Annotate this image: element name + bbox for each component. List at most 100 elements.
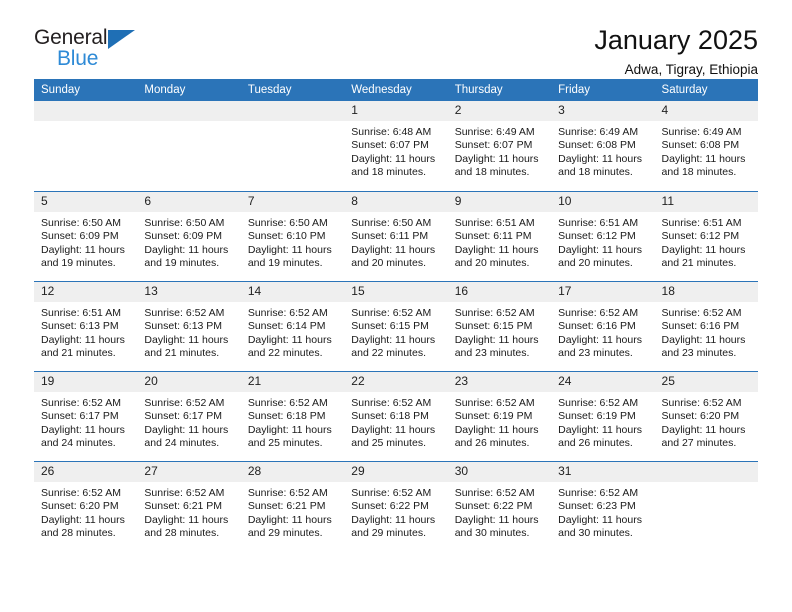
calendar-day-cell[interactable]: 4 Sunrise: 6:49 AM Sunset: 6:08 PM Daylight… (654, 101, 758, 191)
day-detail-line: and 30 minutes. (558, 527, 633, 540)
calendar-day-cell[interactable]: 27 Sunrise: 6:52 AM Sunset: 6:21 PM Dayligh… (137, 461, 241, 551)
day-detail-line: and 30 minutes. (454, 527, 530, 540)
day-detail-line: Sunset: 6:21 PM (144, 500, 223, 513)
day-detail-line: and 26 minutes. (454, 437, 530, 450)
weekday-header-monday: Monday (137, 79, 241, 101)
day-number: 6 (137, 192, 241, 212)
page-title: January 2025 (594, 25, 758, 55)
day-detail-line: Sunrise: 6:52 AM (661, 397, 742, 409)
calendar-day-cell[interactable]: 20 Sunrise: 6:52 AM Sunset: 6:17 PM Dayligh… (137, 371, 241, 461)
day-details (137, 121, 240, 126)
calendar-day-cell[interactable]: 19 Sunrise: 6:52 AM Sunset: 6:17 PM Dayligh… (34, 371, 138, 461)
day-detail-line: Sunrise: 6:49 AM (558, 126, 639, 138)
day-cell-inner: 20 Sunrise: 6:52 AM Sunset: 6:17 PM Dayligh… (137, 371, 241, 461)
day-detail-line: Daylight: 11 hours (558, 423, 642, 436)
day-cell-inner: 9 Sunrise: 6:51 AM Sunset: 6:11 PM Daylight… (447, 191, 552, 281)
day-detail-line: and 29 minutes. (351, 527, 426, 540)
calendar-day-cell[interactable]: 3 Sunrise: 6:49 AM Sunset: 6:08 PM Daylight… (551, 101, 655, 191)
day-detail-line: Daylight: 11 hours (661, 423, 746, 436)
calendar-day-cell[interactable]: 22 Sunrise: 6:52 AM Sunset: 6:18 PM Dayligh… (344, 371, 448, 461)
day-cell-inner: 8 Sunrise: 6:50 AM Sunset: 6:11 PM Daylight… (344, 191, 448, 281)
calendar-day-cell[interactable]: 13 Sunrise: 6:52 AM Sunset: 6:13 PM Dayligh… (137, 281, 241, 371)
day-details: Sunrise: 6:52 AM Sunset: 6:22 PM Daylight:… (448, 482, 551, 541)
calendar-day-cell[interactable]: 6 Sunrise: 6:50 AM Sunset: 6:09 PM Daylight… (137, 191, 241, 281)
brand-logo[interactable]: General Blue (34, 26, 154, 72)
calendar-day-cell[interactable]: 2 Sunrise: 6:49 AM Sunset: 6:07 PM Daylight… (447, 101, 552, 191)
calendar-day-cell[interactable]: 28 Sunrise: 6:52 AM Sunset: 6:21 PM Dayligh… (240, 461, 345, 551)
calendar-day-cell[interactable]: 21 Sunrise: 6:52 AM Sunset: 6:18 PM Dayligh… (240, 371, 345, 461)
calendar-day-cell[interactable]: 24 Sunrise: 6:52 AM Sunset: 6:19 PM Dayligh… (551, 371, 655, 461)
day-details: Sunrise: 6:52 AM Sunset: 6:19 PM Daylight:… (448, 392, 551, 451)
day-cell-inner: 30 Sunrise: 6:52 AM Sunset: 6:22 PM Dayligh… (447, 461, 552, 551)
day-detail-line: and 20 minutes. (558, 257, 633, 270)
calendar-week-row: 26 Sunrise: 6:52 AM Sunset: 6:20 PM Dayligh… (34, 461, 758, 551)
day-detail-line: and 24 minutes. (144, 437, 220, 450)
calendar-day-cell[interactable]: 8 Sunrise: 6:50 AM Sunset: 6:11 PM Daylight… (344, 191, 448, 281)
day-cell-inner (654, 461, 758, 551)
day-details: Sunrise: 6:50 AM Sunset: 6:10 PM Daylight:… (241, 212, 344, 271)
day-detail-line: Sunset: 6:20 PM (661, 410, 740, 423)
day-detail-line: Daylight: 11 hours (351, 243, 436, 256)
day-detail-line: Daylight: 11 hours (454, 152, 539, 165)
day-detail-line: Sunrise: 6:52 AM (351, 487, 432, 499)
calendar-day-cell[interactable]: 11 Sunrise: 6:51 AM Sunset: 6:12 PM Dayligh… (654, 191, 758, 281)
day-detail-line: and 18 minutes. (661, 166, 737, 179)
day-detail-line: Sunrise: 6:50 AM (144, 217, 225, 229)
day-detail-line: Sunrise: 6:51 AM (661, 217, 742, 229)
day-detail-line: Sunset: 6:16 PM (661, 320, 740, 333)
day-number: 31 (551, 462, 655, 482)
day-details: Sunrise: 6:52 AM Sunset: 6:22 PM Daylight:… (344, 482, 447, 541)
day-number (34, 101, 138, 121)
calendar-day-cell[interactable]: 15 Sunrise: 6:52 AM Sunset: 6:15 PM Dayligh… (344, 281, 448, 371)
day-number: 26 (34, 462, 138, 482)
day-details: Sunrise: 6:52 AM Sunset: 6:18 PM Daylight:… (344, 392, 447, 451)
day-cell-inner: 4 Sunrise: 6:49 AM Sunset: 6:08 PM Daylight… (654, 101, 758, 191)
calendar-day-cell[interactable]: 9 Sunrise: 6:51 AM Sunset: 6:11 PM Daylight… (447, 191, 552, 281)
day-details (655, 482, 758, 487)
day-cell-inner: 6 Sunrise: 6:50 AM Sunset: 6:09 PM Daylight… (137, 191, 241, 281)
calendar-body: 1 Sunrise: 6:48 AM Sunset: 6:07 PM Daylight… (34, 101, 758, 551)
day-number: 23 (447, 372, 552, 392)
day-details: Sunrise: 6:52 AM Sunset: 6:15 PM Daylight:… (344, 302, 447, 361)
calendar-day-cell[interactable]: 16 Sunrise: 6:52 AM Sunset: 6:15 PM Dayligh… (447, 281, 552, 371)
calendar-day-cell[interactable]: 18 Sunrise: 6:52 AM Sunset: 6:16 PM Dayligh… (654, 281, 758, 371)
calendar-day-cell[interactable]: 25 Sunrise: 6:52 AM Sunset: 6:20 PM Dayligh… (654, 371, 758, 461)
day-detail-line: Sunrise: 6:51 AM (454, 217, 535, 229)
calendar-day-cell[interactable]: 1 Sunrise: 6:48 AM Sunset: 6:07 PM Daylight… (344, 101, 448, 191)
calendar-day-cell[interactable]: 17 Sunrise: 6:52 AM Sunset: 6:16 PM Dayligh… (551, 281, 655, 371)
weekday-header-wednesday: Wednesday (344, 79, 448, 101)
calendar-day-cell[interactable]: 31 Sunrise: 6:52 AM Sunset: 6:23 PM Dayligh… (551, 461, 655, 551)
calendar-day-cell[interactable]: 7 Sunrise: 6:50 AM Sunset: 6:10 PM Daylight… (240, 191, 345, 281)
day-details: Sunrise: 6:50 AM Sunset: 6:09 PM Daylight:… (34, 212, 137, 271)
calendar-day-cell[interactable]: 10 Sunrise: 6:51 AM Sunset: 6:12 PM Dayligh… (551, 191, 655, 281)
day-detail-line: Daylight: 11 hours (41, 333, 125, 346)
calendar-empty-cell (34, 101, 138, 191)
day-details: Sunrise: 6:48 AM Sunset: 6:07 PM Daylight:… (344, 121, 447, 180)
day-detail-line: Sunrise: 6:49 AM (661, 126, 742, 138)
calendar-day-cell[interactable]: 23 Sunrise: 6:52 AM Sunset: 6:19 PM Dayligh… (447, 371, 552, 461)
day-detail-line: Daylight: 11 hours (558, 152, 642, 165)
weekday-header-saturday: Saturday (654, 79, 758, 101)
calendar-day-cell[interactable]: 5 Sunrise: 6:50 AM Sunset: 6:09 PM Daylight… (34, 191, 138, 281)
day-detail-line: Sunset: 6:23 PM (558, 500, 636, 513)
weekday-header-sunday: Sunday (34, 79, 138, 101)
calendar-day-cell[interactable]: 26 Sunrise: 6:52 AM Sunset: 6:20 PM Dayligh… (34, 461, 138, 551)
day-details: Sunrise: 6:51 AM Sunset: 6:12 PM Daylight:… (655, 212, 758, 271)
calendar-day-cell[interactable]: 14 Sunrise: 6:52 AM Sunset: 6:14 PM Dayligh… (240, 281, 345, 371)
day-detail-line: Sunset: 6:22 PM (454, 500, 533, 513)
day-detail-line: and 22 minutes. (351, 347, 426, 360)
day-cell-inner: 17 Sunrise: 6:52 AM Sunset: 6:16 PM Dayligh… (551, 281, 655, 371)
day-detail-line: Daylight: 11 hours (247, 513, 332, 526)
day-detail-line: and 18 minutes. (558, 166, 633, 179)
day-detail-line: Sunrise: 6:50 AM (41, 217, 121, 229)
day-detail-line: Sunset: 6:14 PM (247, 320, 326, 333)
day-detail-line: and 25 minutes. (247, 437, 323, 450)
day-detail-line: Sunset: 6:10 PM (247, 230, 326, 243)
calendar-day-cell[interactable]: 30 Sunrise: 6:52 AM Sunset: 6:22 PM Dayligh… (447, 461, 552, 551)
day-detail-line: and 23 minutes. (661, 347, 737, 360)
calendar-day-cell[interactable]: 12 Sunrise: 6:51 AM Sunset: 6:13 PM Dayligh… (34, 281, 138, 371)
day-details: Sunrise: 6:52 AM Sunset: 6:16 PM Daylight:… (551, 302, 654, 361)
day-detail-line: Daylight: 11 hours (144, 423, 229, 436)
calendar-day-cell[interactable]: 29 Sunrise: 6:52 AM Sunset: 6:22 PM Dayligh… (344, 461, 448, 551)
day-number: 21 (240, 372, 345, 392)
